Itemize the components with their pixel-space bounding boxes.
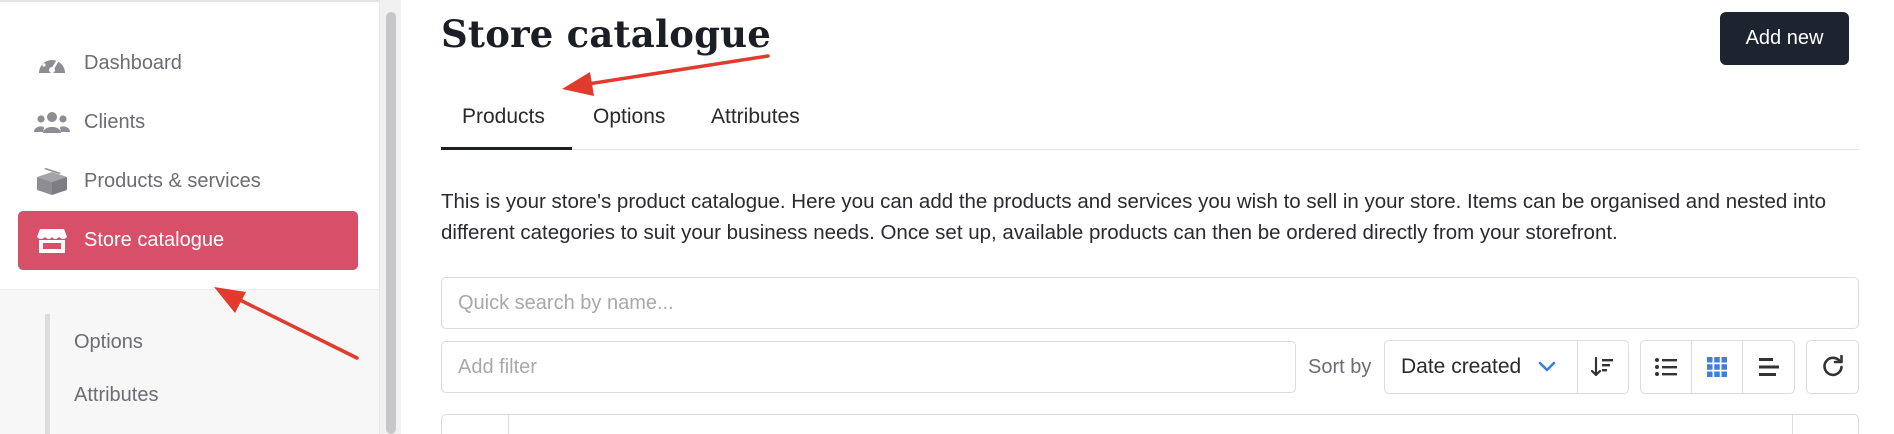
tab-bar: Products Options Attributes [441,95,1859,150]
list-view-button[interactable] [1640,340,1692,394]
sidebar-subitem-options[interactable]: Options [74,331,143,354]
align-view-icon [1757,356,1781,378]
divider [1792,415,1793,434]
users-icon [32,107,72,139]
sidebar-item-label: Dashboard [84,52,182,74]
list-view-icon [1654,356,1678,378]
boxes-icon [32,166,72,198]
sidebar-item-label: Store catalogue [84,229,225,251]
sort-selected-value: Date created [1401,355,1522,378]
chevron-down-icon [1538,361,1556,373]
grid-view-button[interactable] [1691,340,1743,394]
catalogue-list-header [441,414,1859,434]
sidebar-scrollbar[interactable] [379,0,401,434]
sidebar-item-clients[interactable]: Clients [18,93,358,152]
refresh-button[interactable] [1806,340,1859,394]
sidebar-item-label: Clients [84,111,146,133]
sidebar-item-dashboard[interactable]: Dashboard [18,34,358,93]
tab-attributes[interactable]: Attributes [711,105,800,129]
sort-descending-icon [1591,355,1615,379]
sidebar-item-label: Products & services [84,170,261,192]
page-title: Store catalogue [441,12,772,56]
sidebar: Dashboard Clients Products & services St… [0,0,379,434]
tab-products[interactable]: Products [462,105,545,129]
tab-options[interactable]: Options [593,105,665,129]
scrollbar-thumb[interactable] [386,12,396,434]
catalogue-description: This is your store's product catalogue. … [441,190,1827,244]
sidebar-submenu: Options Attributes [45,314,365,434]
filter-input[interactable] [441,341,1296,393]
dashboard-gauge-icon [32,48,72,80]
sidebar-item-store-catalogue[interactable]: Store catalogue [18,211,358,270]
sort-select[interactable]: Date created [1384,340,1578,394]
divider [508,415,509,434]
add-new-button[interactable]: Add new [1720,12,1849,65]
align-view-button[interactable] [1742,340,1795,394]
annotation-arrow-tab [562,54,770,96]
sidebar-nav: Dashboard Clients Products & services St… [0,0,379,290]
sidebar-subitem-attributes[interactable]: Attributes [74,384,158,407]
sort-by-label: Sort by [1308,356,1372,378]
sort-order-button[interactable] [1577,340,1629,394]
store-icon [32,225,72,257]
active-tab-indicator [441,147,572,150]
search-input[interactable] [441,277,1859,329]
sidebar-item-products-services[interactable]: Products & services [18,152,358,211]
refresh-icon [1821,355,1845,379]
grid-view-icon [1706,356,1728,378]
